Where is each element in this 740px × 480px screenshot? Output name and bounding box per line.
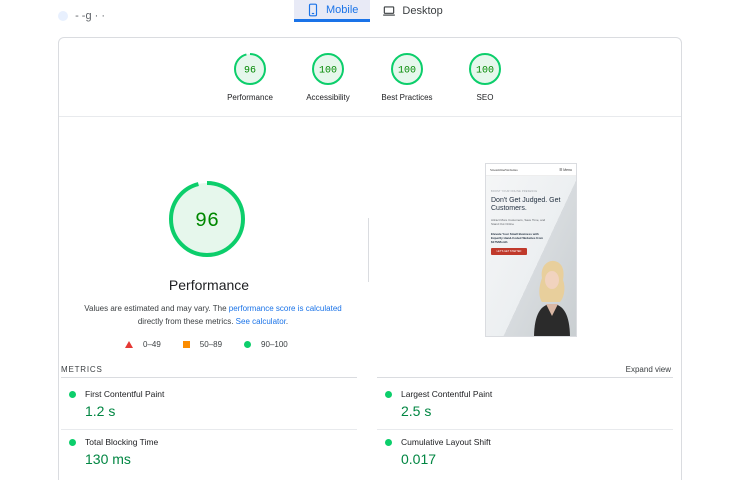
good-status-icon [69, 438, 76, 446]
vertical-divider [368, 218, 369, 282]
smartphone-icon [308, 3, 318, 16]
metric-cls-label: Cumulative Layout Shift [401, 437, 491, 447]
good-status-icon [385, 438, 392, 446]
metric-separator [377, 429, 673, 430]
metrics-heading: METRICS [61, 365, 103, 374]
gauge-seo-value: 100 [476, 66, 494, 77]
expand-view-toggle[interactable]: Expand view [626, 365, 671, 374]
metric-tbt-value: 130 ms [85, 451, 131, 467]
score-gauges: 96 Performance 100 Accessibility 100 Bes… [59, 38, 681, 116]
page-screenshot[interactable]: StreamlineWebsites ☰ Menu BOOST YOUR ONL… [485, 163, 577, 337]
site-url-text: - -g · · [75, 10, 106, 22]
laptop-icon [383, 6, 396, 16]
metric-fcp-label: First Contentful Paint [85, 389, 165, 399]
gauge-best-practices-ring: 100 [391, 53, 423, 85]
legend-average-label: 50–89 [199, 340, 223, 349]
good-status-icon [69, 390, 76, 398]
metric-tbt-label: Total Blocking Time [85, 437, 159, 447]
tab-mobile-label: Mobile [326, 3, 359, 16]
tab-desktop-label: Desktop [402, 5, 443, 17]
tab-mobile[interactable]: Mobile [294, 0, 371, 22]
performance-score-link[interactable]: performance score is calculated [229, 304, 342, 313]
see-calculator-link[interactable]: See calculator [236, 317, 286, 326]
gauge-seo-ring: 100 [469, 53, 501, 85]
report-card: 96 Performance 100 Accessibility 100 Bes… [58, 37, 682, 480]
square-icon [182, 341, 190, 348]
metrics-rule-left [61, 377, 357, 378]
circle-icon [244, 341, 252, 348]
metric-separator [61, 429, 357, 430]
legend-average: 50–89 [182, 340, 223, 349]
site-url: - -g · · [58, 10, 105, 22]
legend-poor-label: 0–49 [143, 340, 161, 349]
preview-para-2: Elevate Your Small Business with Expertl… [491, 232, 543, 244]
preview-headline: Don't Get Judged. Get Customers. [491, 197, 561, 212]
gauge-seo-label: SEO [476, 93, 494, 102]
metric-fcp-value: 1.2 s [85, 403, 116, 419]
desc-text-3: . [285, 317, 289, 326]
metric-lcp-label: Largest Contentful Paint [401, 389, 493, 399]
gauge-seo[interactable]: 100 SEO [435, 52, 535, 102]
person-photo-icon [534, 260, 570, 336]
metric-fcp: First Contentful Paint 1.2 s [69, 389, 365, 419]
preview-header: StreamlineWebsites ☰ Menu [486, 164, 576, 176]
gauge-accessibility-value: 100 [319, 66, 337, 77]
gauge-performance-value: 96 [244, 66, 256, 77]
preview-menu: ☰ Menu [559, 167, 572, 172]
gauge-performance-ring: 96 [234, 53, 266, 85]
preview-kicker: BOOST YOUR ONLINE PRESENCE [491, 190, 538, 193]
metric-tbt: Total Blocking Time 130 ms [69, 437, 365, 467]
legend-good: 90–100 [244, 340, 288, 349]
preview-hero: BOOST YOUR ONLINE PRESENCE Don't Get Jud… [486, 176, 576, 336]
preview-cta-button: LET'S GET STARTED [491, 248, 527, 255]
metric-cls-value: 0.017 [401, 451, 437, 467]
performance-score-value: 96 [195, 210, 219, 233]
favicon-icon [58, 11, 68, 22]
metrics-rule-right [377, 377, 673, 378]
metric-cls: Cumulative Layout Shift 0.017 [385, 437, 681, 467]
gauge-best-practices-value: 100 [398, 66, 416, 77]
score-legend: 0–49 50–89 90–100 [125, 340, 288, 349]
desc-text-1: Values are estimated and may vary. The [84, 304, 229, 313]
performance-title: Performance [168, 277, 250, 293]
preview-para-1: Attract More Customers, Save Time, and S… [491, 218, 546, 226]
gauge-accessibility-ring: 100 [312, 53, 344, 85]
device-tabs: Mobile Desktop [294, 0, 455, 22]
metric-lcp: Largest Contentful Paint 2.5 s [385, 389, 681, 419]
preview-logo: StreamlineWebsites [490, 167, 518, 172]
good-status-icon [385, 390, 392, 398]
desc-text-2: directly from these metrics. [137, 317, 236, 326]
legend-good-label: 90–100 [261, 340, 288, 349]
metric-lcp-value: 2.5 s [401, 403, 432, 419]
section-divider [59, 116, 681, 117]
performance-gauge-large: 96 [169, 181, 245, 257]
tab-desktop[interactable]: Desktop [370, 0, 454, 22]
triangle-icon [125, 341, 133, 348]
performance-description: Values are estimated and may vary. The p… [73, 302, 353, 328]
legend-poor: 0–49 [125, 340, 161, 349]
